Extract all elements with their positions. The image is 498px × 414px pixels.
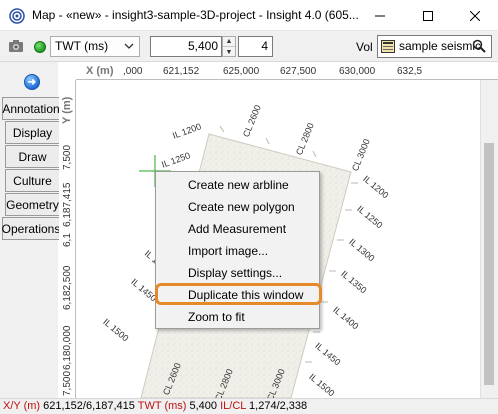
y-tick: 6,187,415: [62, 182, 73, 228]
x-tick: 630,000: [339, 66, 376, 77]
x-tick: 621,152: [163, 66, 200, 77]
status-ilcl-value: 1,274/2,338: [249, 400, 308, 412]
y-axis-ruler: Y (m) 7,500 6,187,415 6,1 6,182,500 6,18…: [59, 62, 76, 398]
chevron-down-icon: [124, 43, 134, 49]
x-tick: ,000: [123, 66, 143, 77]
tab-culture[interactable]: Culture: [5, 169, 59, 192]
x-tick: 632,5: [397, 66, 423, 77]
step-input[interactable]: 4: [238, 36, 273, 57]
scrollbar-thumb[interactable]: [484, 143, 494, 385]
navigate-forward-button[interactable]: ➜: [24, 74, 40, 90]
y-tick: 6,1: [62, 233, 73, 247]
menu-item-create-polygon[interactable]: Create new polygon: [188, 200, 295, 214]
minimize-icon: [375, 15, 385, 16]
y-tick: 6,182,500: [62, 265, 73, 311]
x-axis-title: X (m): [86, 65, 114, 77]
time-value-input[interactable]: 5,400: [150, 36, 222, 57]
y-tick: 7,500: [62, 370, 73, 396]
status-twt-value: 5,400: [189, 400, 218, 412]
x-tick: 627,500: [280, 66, 317, 77]
volume-field-value: sample seismic: [399, 39, 482, 53]
x-axis-ruler: X (m) ,000 621,152 625,000 627,500 630,0…: [59, 62, 498, 80]
search-icon[interactable]: [472, 39, 486, 53]
window-title: Map - «new» - insight3-sample-3D-project…: [32, 8, 359, 22]
status-ilcl-label: IL/CL: [220, 400, 246, 412]
tab-operations[interactable]: Operations: [2, 217, 60, 240]
highlight-annotation: [155, 283, 322, 305]
tab-annotation[interactable]: Annotation: [2, 97, 60, 120]
menu-item-zoom-to-fit[interactable]: Zoom to fit: [188, 310, 245, 324]
tab-display[interactable]: Display: [5, 121, 59, 144]
y-axis-title: Y (m): [61, 96, 73, 124]
ruler-corner: [59, 62, 76, 80]
domain-select-value: TWT (ms): [55, 39, 109, 53]
vol-label: Vol: [356, 40, 373, 54]
menu-item-import-image[interactable]: Import image...: [188, 244, 268, 258]
menu-item-add-measurement[interactable]: Add Measurement: [188, 222, 286, 236]
maximize-button[interactable]: [405, 0, 451, 31]
close-button[interactable]: [452, 0, 498, 31]
tab-draw[interactable]: Draw: [5, 145, 59, 168]
status-xy-label: X/Y (m): [3, 400, 41, 412]
status-xy-value: 621,152/6,187,415: [43, 400, 135, 412]
spin-up-icon[interactable]: ▲: [223, 37, 235, 47]
app-icon: [9, 8, 25, 24]
time-spinner[interactable]: ▲ ▼: [222, 36, 236, 57]
minimize-button[interactable]: [357, 0, 403, 31]
tab-geometry[interactable]: Geometry: [5, 193, 59, 216]
menu-item-display-settings[interactable]: Display settings...: [188, 266, 282, 280]
close-icon: [470, 10, 480, 21]
camera-icon[interactable]: [8, 39, 24, 53]
toolbar: TWT (ms) 5,400 ▲ ▼ 4 Vol sample seismic: [0, 31, 498, 62]
title-bar: Map - «new» - insight3-sample-3D-project…: [0, 0, 498, 31]
domain-select[interactable]: TWT (ms): [50, 36, 140, 57]
x-tick: 625,000: [223, 66, 260, 77]
spin-down-icon[interactable]: ▼: [223, 47, 235, 57]
menu-item-create-arbline[interactable]: Create new arbline: [188, 178, 289, 192]
context-menu: Create new arbline Create new polygon Ad…: [155, 171, 320, 329]
status-indicator: [34, 41, 46, 53]
status-bar: X/Y (m) 621,152/6,187,415 TWT (ms) 5,400…: [0, 398, 498, 414]
y-tick: 7,500: [62, 144, 73, 170]
maximize-icon: [423, 10, 433, 21]
y-tick: 6,180,000: [62, 325, 73, 371]
arrow-right-icon: ➜: [27, 76, 37, 88]
seismic-volume-icon: [381, 40, 395, 53]
status-twt-label: TWT (ms): [137, 400, 187, 412]
